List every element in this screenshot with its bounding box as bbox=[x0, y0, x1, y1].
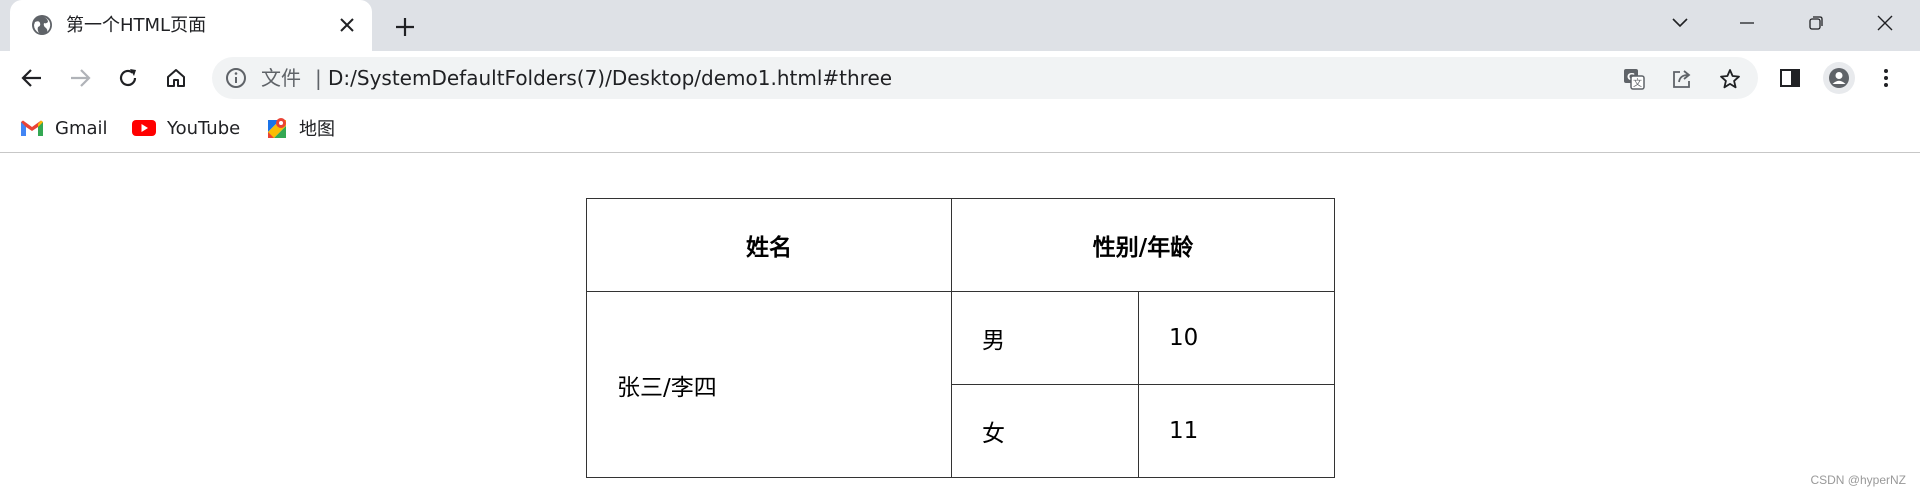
header-name: 姓名 bbox=[586, 198, 952, 292]
bookmark-youtube[interactable]: YouTube bbox=[132, 115, 240, 141]
translate-icon[interactable]: G文 bbox=[1622, 67, 1646, 91]
bookmark-gmail[interactable]: Gmail bbox=[20, 115, 108, 141]
cell-age: 11 bbox=[1138, 384, 1335, 478]
cell-merged-name: 张三/李四 bbox=[586, 291, 952, 478]
back-arrow-icon[interactable] bbox=[17, 63, 47, 93]
globe-icon bbox=[31, 14, 53, 36]
window-close-icon[interactable] bbox=[1868, 8, 1902, 38]
cell-gender: 女 bbox=[951, 384, 1139, 478]
kebab-menu-icon[interactable] bbox=[1873, 65, 1899, 91]
tab-active[interactable]: 第一个HTML页面 bbox=[10, 0, 372, 51]
url-text[interactable]: D:/SystemDefaultFolders(7)/Desktop/demo1… bbox=[328, 66, 892, 90]
table-row: 张三/李四 男 10 bbox=[586, 291, 1335, 478]
bookmark-maps[interactable]: 地图 bbox=[266, 115, 335, 141]
reload-icon[interactable] bbox=[113, 63, 143, 93]
bookmark-label: YouTube bbox=[167, 117, 241, 139]
cell-age: 10 bbox=[1138, 291, 1335, 385]
forward-arrow-icon[interactable] bbox=[65, 63, 95, 93]
gmail-icon bbox=[21, 120, 43, 136]
bookmark-label: Gmail bbox=[55, 117, 108, 139]
tab-strip: 第一个HTML页面 bbox=[0, 0, 1920, 51]
info-icon[interactable] bbox=[225, 67, 247, 89]
tab-search-icon[interactable] bbox=[1663, 8, 1697, 38]
address-bar[interactable]: 文件 | D:/SystemDefaultFolders(7)/Desktop/… bbox=[212, 57, 1758, 99]
toolbar: 文件 | D:/SystemDefaultFolders(7)/Desktop/… bbox=[0, 51, 1920, 105]
bookmark-label: 地图 bbox=[299, 119, 335, 140]
page-content: 姓名 性别/年龄 张三/李四 男 10 女 11 CSDN @hyperNZ bbox=[0, 154, 1920, 495]
data-table: 姓名 性别/年龄 张三/李四 男 10 女 11 bbox=[586, 198, 1335, 478]
new-tab-button[interactable] bbox=[390, 12, 420, 42]
cell-gender: 男 bbox=[951, 291, 1139, 385]
tab-title: 第一个HTML页面 bbox=[66, 15, 207, 36]
minimize-icon[interactable] bbox=[1730, 8, 1764, 38]
youtube-icon bbox=[132, 120, 156, 136]
bookmarks-bar: Gmail YouTube 地图 bbox=[0, 105, 1920, 153]
share-icon[interactable] bbox=[1670, 67, 1694, 91]
watermark: CSDN @hyperNZ bbox=[1810, 473, 1906, 487]
profile-icon[interactable] bbox=[1823, 62, 1855, 94]
svg-text:文: 文 bbox=[1633, 77, 1642, 89]
tab-close-icon[interactable] bbox=[335, 13, 359, 37]
side-panel-icon[interactable] bbox=[1777, 65, 1803, 91]
maps-icon bbox=[268, 118, 286, 138]
table-header-row: 姓名 性别/年龄 bbox=[586, 198, 1335, 292]
header-gender-age: 性别/年龄 bbox=[951, 198, 1335, 292]
scheme-label: 文件 bbox=[261, 66, 301, 90]
star-icon[interactable] bbox=[1718, 67, 1742, 91]
home-icon[interactable] bbox=[161, 63, 191, 93]
restore-icon[interactable] bbox=[1799, 8, 1833, 38]
scheme-separator: | bbox=[315, 66, 322, 90]
